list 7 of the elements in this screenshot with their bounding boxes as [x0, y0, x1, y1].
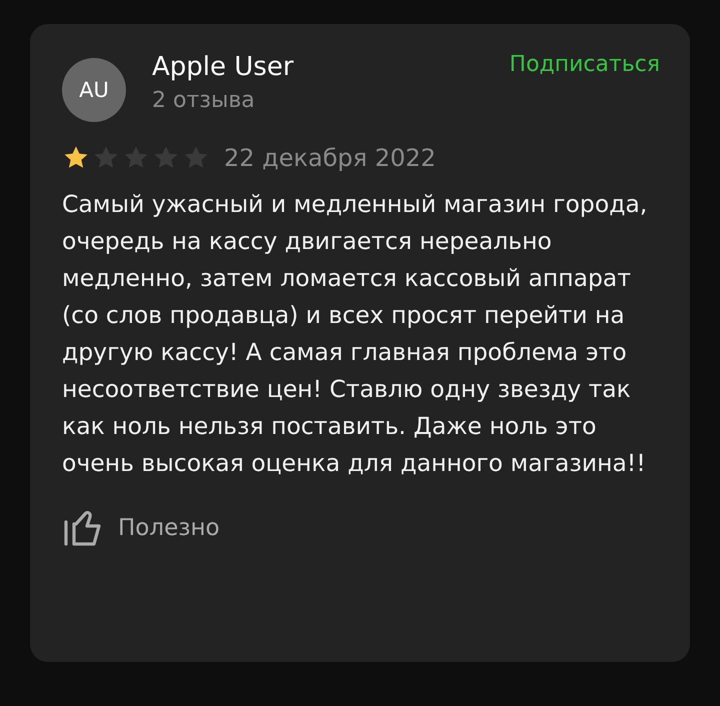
- author-name: Apple User: [152, 51, 295, 84]
- avatar: AU: [62, 58, 126, 122]
- review-count: 2 отзыва: [152, 87, 256, 115]
- helpful-button[interactable]: Полезно: [62, 508, 220, 548]
- review-text: Самый ужасный и медленный магазин города, очередь на кассу двигается нереально медленно, затем ломается кассовый аппарат (со слов продавца) и всех просят перейти на другую кассу! А самая главная проблема это несоответствие цен! Ставлю одну звезду так как ноль нельзя поставить. Даже ноль это очень высокая оценка для данного магазина!!: [62, 189, 648, 479]
- review-date: 22 декабря 2022: [224, 144, 436, 172]
- subscribe-link[interactable]: Подписаться: [509, 52, 660, 77]
